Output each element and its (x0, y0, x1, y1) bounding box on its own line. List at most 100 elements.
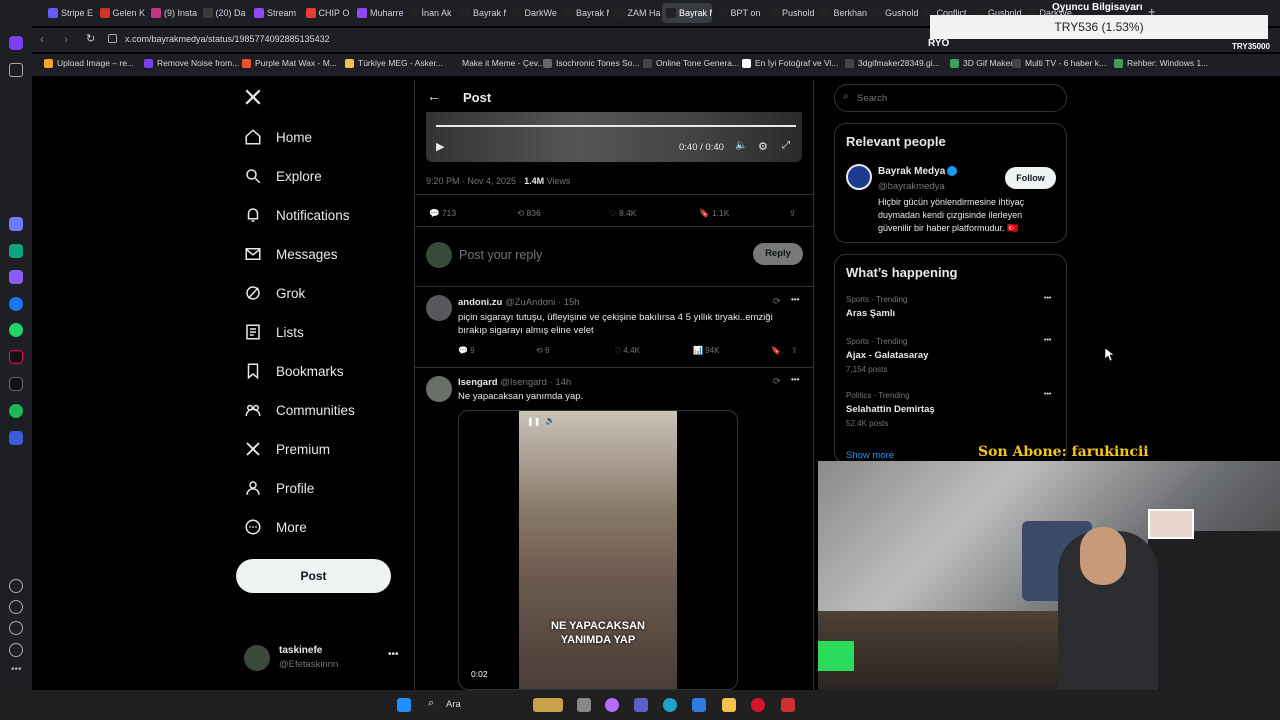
video-player[interactable]: ▶ 0:40 / 0:40 🔈 ⚙ ⤢ (426, 112, 802, 162)
url-field[interactable]: x.com/bayrakmedya/status/198577409288513… (125, 34, 330, 44)
bookmark-item[interactable]: Purple Mat Wax - M... (242, 58, 337, 68)
person-name[interactable]: Bayrak Medya (878, 166, 945, 177)
reply-video[interactable]: ❚❚ 🔈 NE YAPACAKSAN YANIMDA YAP 0:02 (458, 410, 738, 690)
browser-tab[interactable]: Bayrak Medya (662, 3, 712, 23)
like-action[interactable]: ♡ 4.4K (614, 346, 640, 355)
browser-tab[interactable]: (20) Da (199, 3, 249, 23)
browser-tab[interactable]: Stream (250, 3, 300, 23)
bookmark-item[interactable]: Remove Noise from... (144, 58, 239, 68)
bookmark-item[interactable]: Online Tone Genera... (643, 58, 739, 68)
history-icon[interactable] (9, 600, 23, 614)
browser-tab[interactable]: Gushold (868, 3, 918, 23)
forward-icon[interactable]: › (64, 32, 68, 46)
reply-button[interactable]: Reply (753, 243, 803, 265)
follow-button[interactable]: Follow (1005, 167, 1056, 189)
reply-item[interactable]: Isengard @Isengard · 14h ⟳ ••• Ne yapaca… (415, 368, 813, 690)
search-input[interactable]: Search (857, 93, 887, 104)
fullscreen-icon[interactable]: ⤢ (782, 140, 790, 151)
bookmark-item[interactable]: Türkiye MEG - Asker... (345, 58, 443, 68)
play-icon[interactable]: ▶ (436, 140, 444, 153)
more-dots-icon[interactable]: ••• (1044, 337, 1051, 344)
x-logo-icon[interactable] (244, 88, 262, 111)
settings-icon[interactable] (9, 621, 23, 635)
show-more-link[interactable]: Show more (846, 450, 894, 461)
more-icon[interactable]: ••• (11, 664, 22, 675)
edge-icon[interactable] (663, 698, 677, 712)
teams-icon[interactable] (634, 698, 648, 712)
x-icon[interactable] (9, 377, 23, 391)
browser-tab[interactable]: Muharre (353, 3, 403, 23)
account-switcher[interactable]: taskinefe @Efetaskinnn ••• (244, 643, 404, 673)
copilot-icon[interactable] (605, 698, 619, 712)
trend-item[interactable]: Politics · Trending Selahattin Demirtaş 52… (846, 391, 1056, 428)
like-action[interactable]: ♡ 8.4K (609, 208, 636, 219)
post-button[interactable]: Post (236, 559, 391, 593)
browser-tab[interactable]: (9) Insta (147, 3, 197, 23)
reply-item[interactable]: andoni.zu @ZuAndoni · 15h ⟳ ••• piçin si… (415, 287, 813, 367)
bookmark-item[interactable]: Upload Image – re... (44, 58, 134, 68)
views-action[interactable]: 📊 94K (693, 346, 719, 355)
bookmark-item[interactable]: Rehber: Windows 1... (1114, 58, 1208, 68)
bookmark-item[interactable]: Make it Meme - Çev... (449, 58, 545, 68)
bookmark-item[interactable]: En İyi Fotoğraf ve Vi... (742, 58, 838, 68)
bookmark-item[interactable]: 3D Gif Maker (950, 58, 1013, 68)
browser-tab[interactable]: BPT on (714, 3, 764, 23)
bulb-icon[interactable] (9, 643, 23, 657)
browser-tab[interactable]: Bayrak M (456, 3, 506, 23)
nav-item-mail[interactable]: Messages (244, 245, 338, 263)
browser-tab[interactable]: Pushold (765, 3, 815, 23)
more-dots-icon[interactable]: ••• (791, 295, 799, 304)
nav-item-profile[interactable]: Profile (244, 479, 314, 497)
task-view-icon[interactable] (577, 698, 591, 712)
nav-item-communities[interactable]: Communities (244, 401, 355, 419)
browser-tab[interactable]: CHIP O (302, 3, 352, 23)
nav-item-grok[interactable]: Grok (244, 284, 305, 302)
repost-action[interactable]: ⟲ 6 (536, 346, 549, 355)
home-icon[interactable] (9, 36, 23, 50)
nav-item-bookmark[interactable]: Bookmarks (244, 362, 344, 380)
back-arrow-icon[interactable]: ← (427, 88, 441, 104)
reply-author[interactable]: Isengard (458, 377, 498, 388)
windows-start-icon[interactable] (397, 698, 411, 712)
opera-icon[interactable] (751, 698, 765, 712)
nav-item-premium[interactable]: Premium (244, 440, 330, 458)
back-icon[interactable]: ‹ (40, 32, 44, 46)
volume-icon[interactable]: 🔈 (545, 416, 555, 425)
more-dots-icon[interactable]: ••• (1044, 391, 1051, 398)
search-highlight-icon[interactable] (533, 698, 563, 712)
nav-item-more[interactable]: More (244, 518, 307, 536)
bookmark-action[interactable]: 🔖 1.1K (699, 208, 729, 219)
video-frame[interactable]: ❚❚ 🔈 NE YAPACAKSAN YANIMDA YAP (519, 411, 677, 689)
spotify-icon[interactable] (9, 404, 23, 418)
reply-action[interactable]: 💬 9 (458, 346, 475, 355)
chatgpt-icon[interactable] (9, 244, 23, 258)
search-box[interactable]: ⌕ Search (834, 84, 1067, 112)
whatsapp-icon[interactable] (9, 323, 23, 337)
star-icon[interactable] (9, 63, 23, 77)
browser-tab[interactable]: Berkhan (817, 3, 867, 23)
ai-icon[interactable] (9, 217, 23, 231)
tiktok-icon[interactable] (9, 350, 23, 364)
bookmark-item[interactable]: Isochronic Tones So... (543, 58, 639, 68)
nav-item-home[interactable]: Home (244, 128, 312, 146)
trend-item[interactable]: Sports · Trending Ajax - Galatasaray 7,154… (846, 337, 1056, 374)
more-dots-icon[interactable]: ••• (388, 649, 399, 660)
reply-author[interactable]: andoni.zu (458, 297, 502, 308)
store-icon[interactable] (692, 698, 706, 712)
grok-icon[interactable]: ⟳ (773, 296, 781, 307)
browser-tab[interactable]: ZAM Ha (611, 3, 661, 23)
site-info-icon[interactable] (108, 34, 117, 43)
browser-tab[interactable]: Bayrak M (559, 3, 609, 23)
heart-icon[interactable] (9, 579, 23, 593)
browser-tab[interactable]: Stripe E (44, 3, 94, 23)
reload-icon[interactable]: ↻ (86, 32, 95, 45)
reply-input[interactable]: Post your reply (459, 248, 542, 262)
nav-item-bell[interactable]: Notifications (244, 206, 350, 224)
browser-tab[interactable]: DarkWe (508, 3, 558, 23)
grok-icon[interactable]: ⟳ (773, 376, 781, 387)
trend-item[interactable]: Sports · Trending Aras Şamlı ••• (846, 295, 1056, 323)
pause-icon[interactable]: ❚❚ (527, 417, 540, 426)
bookmark-item[interactable]: 3dgifmaker28349.gi... (845, 58, 940, 68)
nav-item-list[interactable]: Lists (244, 323, 304, 341)
bookmark-item[interactable]: Multi TV - 6 haber k... (1012, 58, 1106, 68)
